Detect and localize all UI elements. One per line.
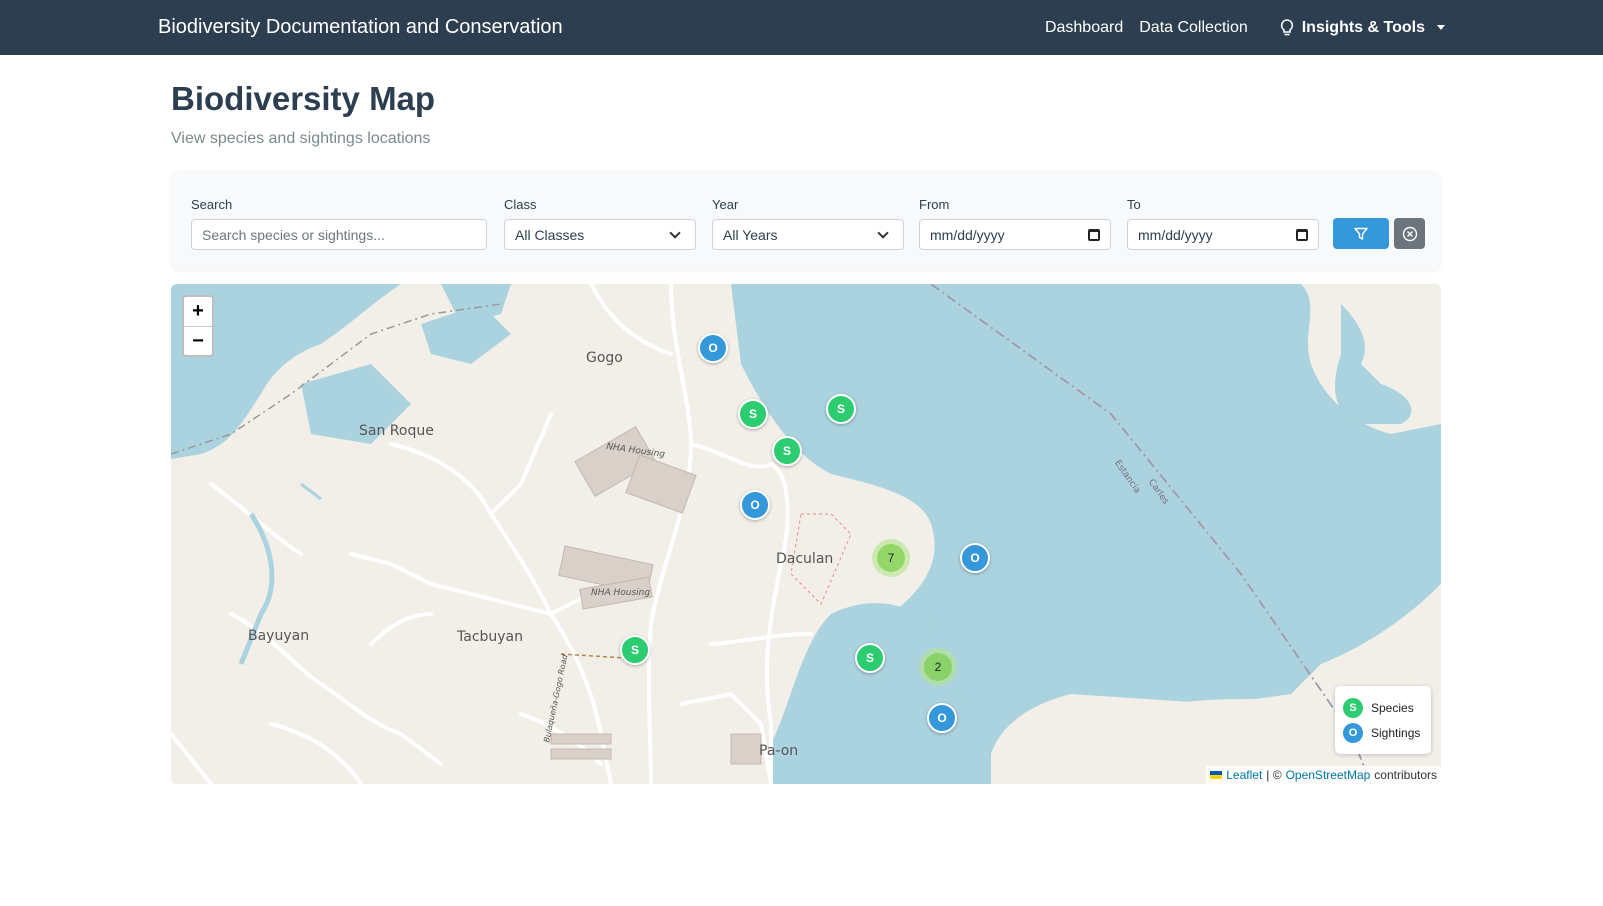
map-tiles: [171, 284, 1441, 784]
sighting-marker[interactable]: O: [698, 333, 728, 363]
map-legend: S Species O Sightings: [1335, 686, 1431, 754]
species-marker[interactable]: S: [738, 399, 768, 429]
map-place-label: Tacbuyan: [457, 629, 524, 645]
lightbulb-icon: [1280, 18, 1293, 35]
sighting-marker[interactable]: O: [960, 543, 990, 573]
species-marker[interactable]: S: [772, 436, 802, 466]
ukraine-flag-icon: [1210, 771, 1223, 779]
calendar-icon[interactable]: [1088, 228, 1100, 241]
map-place-label: Gogo: [586, 350, 623, 366]
year-field: Year All Years: [712, 197, 904, 250]
attribution-suffix: contributors: [1374, 768, 1437, 782]
biodiversity-map[interactable]: Gogo San Roque Daculan Bayuyan Tacbuyan …: [171, 284, 1441, 784]
nav-link-data-collection[interactable]: Data Collection: [1139, 19, 1248, 37]
legend-label: Sightings: [1371, 725, 1421, 740]
zoom-out-button[interactable]: −: [184, 326, 212, 355]
page-subtitle: View species and sightings locations: [171, 130, 431, 147]
from-field: From mm/dd/yyyy: [919, 197, 1111, 250]
legend-label: Species: [1371, 700, 1414, 715]
sighting-marker[interactable]: O: [740, 490, 770, 520]
chevron-down-icon: [669, 226, 681, 239]
map-place-label: NHA Housing: [591, 588, 651, 598]
class-label: Class: [504, 197, 537, 212]
to-date-value: mm/dd/yyyy: [1138, 226, 1213, 243]
map-place-label: Bayuyan: [248, 628, 310, 644]
from-date-value: mm/dd/yyyy: [930, 226, 1005, 243]
species-marker[interactable]: S: [620, 635, 650, 665]
year-select[interactable]: All Years: [712, 219, 904, 250]
search-label: Search: [191, 197, 233, 212]
clear-filter-button[interactable]: [1394, 218, 1425, 249]
apply-filter-button[interactable]: [1333, 218, 1389, 249]
map-place-label: Pa-on: [759, 743, 799, 759]
nav-links: Dashboard Data Collection Insights & Too…: [1045, 19, 1445, 37]
class-select-value: All Classes: [515, 226, 585, 243]
from-label: From: [919, 197, 950, 212]
nav-link-dashboard[interactable]: Dashboard: [1045, 19, 1123, 37]
zoom-in-button[interactable]: +: [184, 297, 212, 326]
to-date-input[interactable]: mm/dd/yyyy: [1127, 219, 1319, 250]
navbar: Biodiversity Documentation and Conservat…: [0, 0, 1603, 55]
map-place-label: San Roque: [359, 423, 434, 439]
from-date-input[interactable]: mm/dd/yyyy: [919, 219, 1111, 250]
marker-cluster[interactable]: 2: [919, 648, 957, 686]
osm-link[interactable]: OpenStreetMap: [1286, 768, 1371, 782]
brand-link[interactable]: Biodiversity Documentation and Conservat…: [158, 16, 563, 39]
cluster-count: 7: [877, 544, 905, 572]
dropdown-label: Insights & Tools: [1301, 18, 1425, 36]
marker-cluster[interactable]: 7: [872, 539, 910, 577]
sightings-legend-icon: O: [1343, 722, 1363, 743]
page-title: Biodiversity Map: [171, 80, 436, 117]
calendar-icon[interactable]: [1296, 228, 1308, 241]
clear-icon: [1402, 226, 1417, 241]
class-field: Class All Classes: [504, 197, 696, 250]
zoom-control: + −: [182, 295, 214, 357]
legend-item-species: S Species: [1343, 695, 1423, 720]
map-place-label: Daculan: [776, 551, 834, 567]
species-marker[interactable]: S: [855, 643, 885, 673]
class-select[interactable]: All Classes: [504, 219, 696, 250]
year-select-value: All Years: [723, 226, 778, 243]
attribution-separator: | ©: [1266, 768, 1282, 782]
cluster-count: 2: [924, 653, 952, 681]
caret-down-icon: [1437, 25, 1445, 30]
year-label: Year: [712, 197, 739, 212]
to-label: To: [1127, 197, 1141, 212]
legend-item-sightings: O Sightings: [1343, 720, 1423, 745]
insights-tools-dropdown[interactable]: Insights & Tools: [1280, 19, 1445, 37]
leaflet-link[interactable]: Leaflet: [1226, 768, 1262, 782]
chevron-down-icon: [877, 226, 889, 239]
to-field: To mm/dd/yyyy: [1127, 197, 1319, 250]
map-attribution: Leaflet | © OpenStreetMap contributors: [1206, 766, 1441, 784]
filter-icon: [1354, 227, 1368, 240]
filter-card: Search Search species or sightings... Cl…: [171, 171, 1441, 270]
species-marker[interactable]: S: [826, 394, 856, 424]
search-input[interactable]: Search species or sightings...: [191, 219, 487, 250]
search-field: Search Search species or sightings...: [191, 197, 487, 250]
species-legend-icon: S: [1343, 697, 1363, 718]
sighting-marker[interactable]: O: [927, 703, 957, 733]
